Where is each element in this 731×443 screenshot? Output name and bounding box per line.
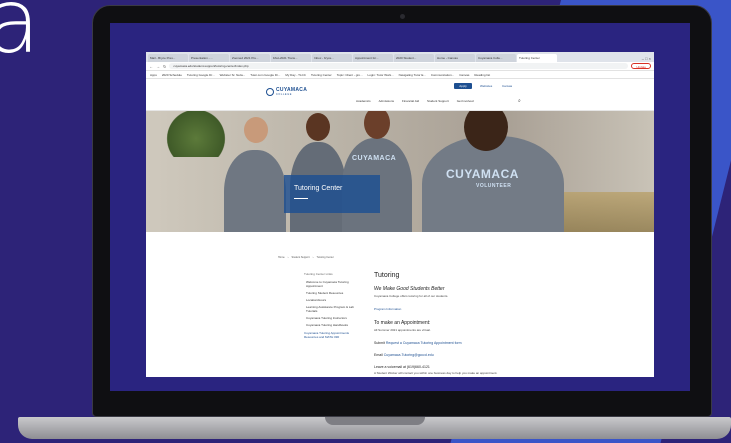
browser-tab[interactable]: FALL2021 Trans... — [271, 54, 311, 62]
nav-item-admissions[interactable]: Admissions — [379, 99, 394, 103]
search-icon[interactable]: ⌕ — [518, 98, 521, 104]
bookmark-item[interactable]: Navigating Tutor E... — [399, 73, 426, 77]
voicemail-line: Leave a voicemail at (619)660-4121 — [374, 365, 430, 369]
bookmark-item[interactable]: Topic: Client - gro... — [337, 73, 363, 77]
browser-tab[interactable]: Inbox - bryce... — [312, 54, 352, 62]
sidebar: Tutoring Center Links Welcome to Cuyamac… — [304, 272, 364, 339]
main-content: Tutoring We Make Good Students Better Cu… — [374, 272, 614, 377]
bottom-note: A Student Worker will contact you within… — [374, 371, 498, 375]
bookmark-item[interactable]: My Day - TLCC — [285, 73, 306, 77]
bookmark-item[interactable]: Tutoring Center — [311, 73, 332, 77]
update-button[interactable]: Update — [631, 63, 651, 69]
student-figure — [224, 150, 286, 232]
breadcrumb-separator: › — [312, 256, 314, 259]
bookmark-item[interactable]: Login: Tutor Work... — [368, 73, 394, 77]
browser-tab[interactable]: Zoomed 2021 Pre... — [230, 54, 270, 62]
camera-icon — [400, 14, 405, 19]
breadcrumb: Home › Student Support › Tutoring Center — [278, 256, 334, 259]
main-nav: Academics Admissions Financial Aid Stude… — [356, 99, 474, 103]
utility-link-canvas[interactable]: Canvas — [502, 84, 512, 88]
email-prefix: Email — [374, 353, 383, 357]
appointment-heading: To make an Appointment: — [374, 320, 431, 326]
browser-toolbar: ← → ↻ cuyamaca.edu/student-support/tutor… — [146, 62, 654, 71]
logo-mark-icon — [266, 88, 274, 96]
bookmark-item[interactable]: Reading list — [474, 73, 490, 77]
breadcrumb-item[interactable]: Tutoring Center — [316, 256, 333, 259]
hero-banner: CUYAMACA CUYAMACA VOLUNTEER Tutoring Cen… — [146, 111, 654, 232]
shirt-logo-text: CUYAMACA — [352, 155, 397, 162]
bookmark-item[interactable]: Apps — [150, 73, 157, 77]
laptop-screen: Mail - Bryce Pres... Presentation - ... … — [110, 23, 690, 391]
page-title: Tutoring — [374, 272, 400, 279]
sidebar-item[interactable]: Learning Assistance Program & Lab Tutori… — [304, 305, 364, 313]
apply-button[interactable]: Apply — [454, 83, 472, 89]
browser-tab[interactable]: Appointment for... — [353, 54, 393, 62]
browser-tab[interactable]: 2020 Student... — [394, 54, 434, 62]
laptop-notch — [324, 417, 425, 425]
browser-tab-active[interactable]: Tutoring Center — [517, 54, 557, 62]
shirt-logo-text: CUYAMACA — [446, 167, 519, 181]
browser-tab[interactable]: Home - Canvas — [435, 54, 475, 62]
browser-tab[interactable]: Mail - Bryce Pres... — [148, 54, 188, 62]
submit-prefix: Submit — [374, 341, 385, 345]
sidebar-item[interactable]: Tutoring Student Resources — [304, 291, 364, 295]
request-appointment-link[interactable]: Request a Cuyamaca Tutoring Appointment … — [386, 341, 462, 345]
shirt-sub-text: VOLUNTEER — [476, 183, 512, 189]
bookmark-item[interactable]: Canvas — [459, 73, 469, 77]
email-line: Email Cuyamaca.Tutoring@gcccd.edu — [374, 353, 614, 357]
program-info-link[interactable]: Program Information — [374, 307, 614, 311]
reload-icon[interactable]: ↻ — [163, 64, 166, 69]
browser-window: Mail - Bryce Pres... Presentation - ... … — [146, 52, 654, 377]
site-header: CUYAMACA COLLEGE Apply Websites Canvas A… — [146, 79, 654, 111]
bookmarks-bar: Apps 2020 Schedule Tutoring Google Dr...… — [146, 71, 654, 79]
sidebar-item[interactable]: Welcome to Cuyamaca Tutoring Appointment — [304, 280, 364, 288]
forward-icon[interactable]: → — [156, 64, 160, 69]
nav-item-student-support[interactable]: Student Support — [427, 99, 449, 103]
student-head — [306, 113, 330, 141]
bookmark-item[interactable]: Tutoring Google Dr... — [187, 73, 215, 77]
student-head — [364, 111, 390, 139]
hero-title-text: Tutoring Center — [294, 185, 343, 192]
student-head — [244, 117, 268, 143]
nav-item-get-involved[interactable]: Get Involved — [457, 99, 474, 103]
bookmark-item[interactable]: Tutor.com Google Dr... — [250, 73, 280, 77]
hero-shrub — [166, 111, 226, 157]
browser-tab[interactable]: Presentation - ... — [189, 54, 229, 62]
content-intro: Cuyamaca College offers tutoring for all… — [374, 294, 449, 298]
utility-link-websites[interactable]: Websites — [480, 84, 492, 88]
bookmark-item[interactable]: 2020 Schedule — [162, 73, 182, 77]
nav-item-academics[interactable]: Academics — [356, 99, 371, 103]
hero-title-underline — [294, 198, 308, 199]
window-controls[interactable]: – □ × — [639, 56, 654, 62]
bookmark-item[interactable]: Webster Sr. Netw... — [220, 73, 246, 77]
breadcrumb-item[interactable]: Home — [278, 256, 285, 259]
appointment-note: All Summer 2021 appointments are virtual… — [374, 328, 431, 332]
laptop-base — [18, 417, 731, 439]
back-icon[interactable]: ← — [149, 64, 153, 69]
hero-title: Tutoring Center — [284, 175, 380, 213]
overlay-letter: a — [0, 0, 40, 73]
sidebar-item[interactable]: Location/Hours — [304, 298, 364, 302]
address-bar[interactable]: cuyamaca.edu/student-support/tutoring-ce… — [169, 63, 629, 69]
sidebar-item[interactable]: Cuyamaca Tutoring Instructors — [304, 316, 364, 320]
sidebar-heading: Tutoring Center Links — [304, 272, 333, 276]
bookmark-item[interactable]: Communication... — [431, 73, 454, 77]
sidebar-footer-link[interactable]: Cuyamaca Tutoring Appointments Resources… — [304, 331, 364, 339]
email-link[interactable]: Cuyamaca.Tutoring@gcccd.edu — [384, 353, 434, 357]
tab-bar: Mail - Bryce Pres... Presentation - ... … — [146, 52, 654, 62]
content-subtitle: We Make Good Students Better — [374, 286, 445, 292]
nav-item-financial-aid[interactable]: Financial Aid — [402, 99, 419, 103]
college-logo[interactable]: CUYAMACA COLLEGE — [266, 88, 307, 96]
breadcrumb-separator: › — [287, 256, 289, 259]
sidebar-item[interactable]: Cuyamaca Tutoring Handbooks — [304, 323, 364, 327]
browser-tab[interactable]: Cuyamaca Colle... — [476, 54, 516, 62]
breadcrumb-item[interactable]: Student Support — [292, 256, 310, 259]
logo-sub: COLLEGE — [276, 93, 293, 96]
submit-line: Submit Request a Cuyamaca Tutoring Appoi… — [374, 341, 614, 345]
